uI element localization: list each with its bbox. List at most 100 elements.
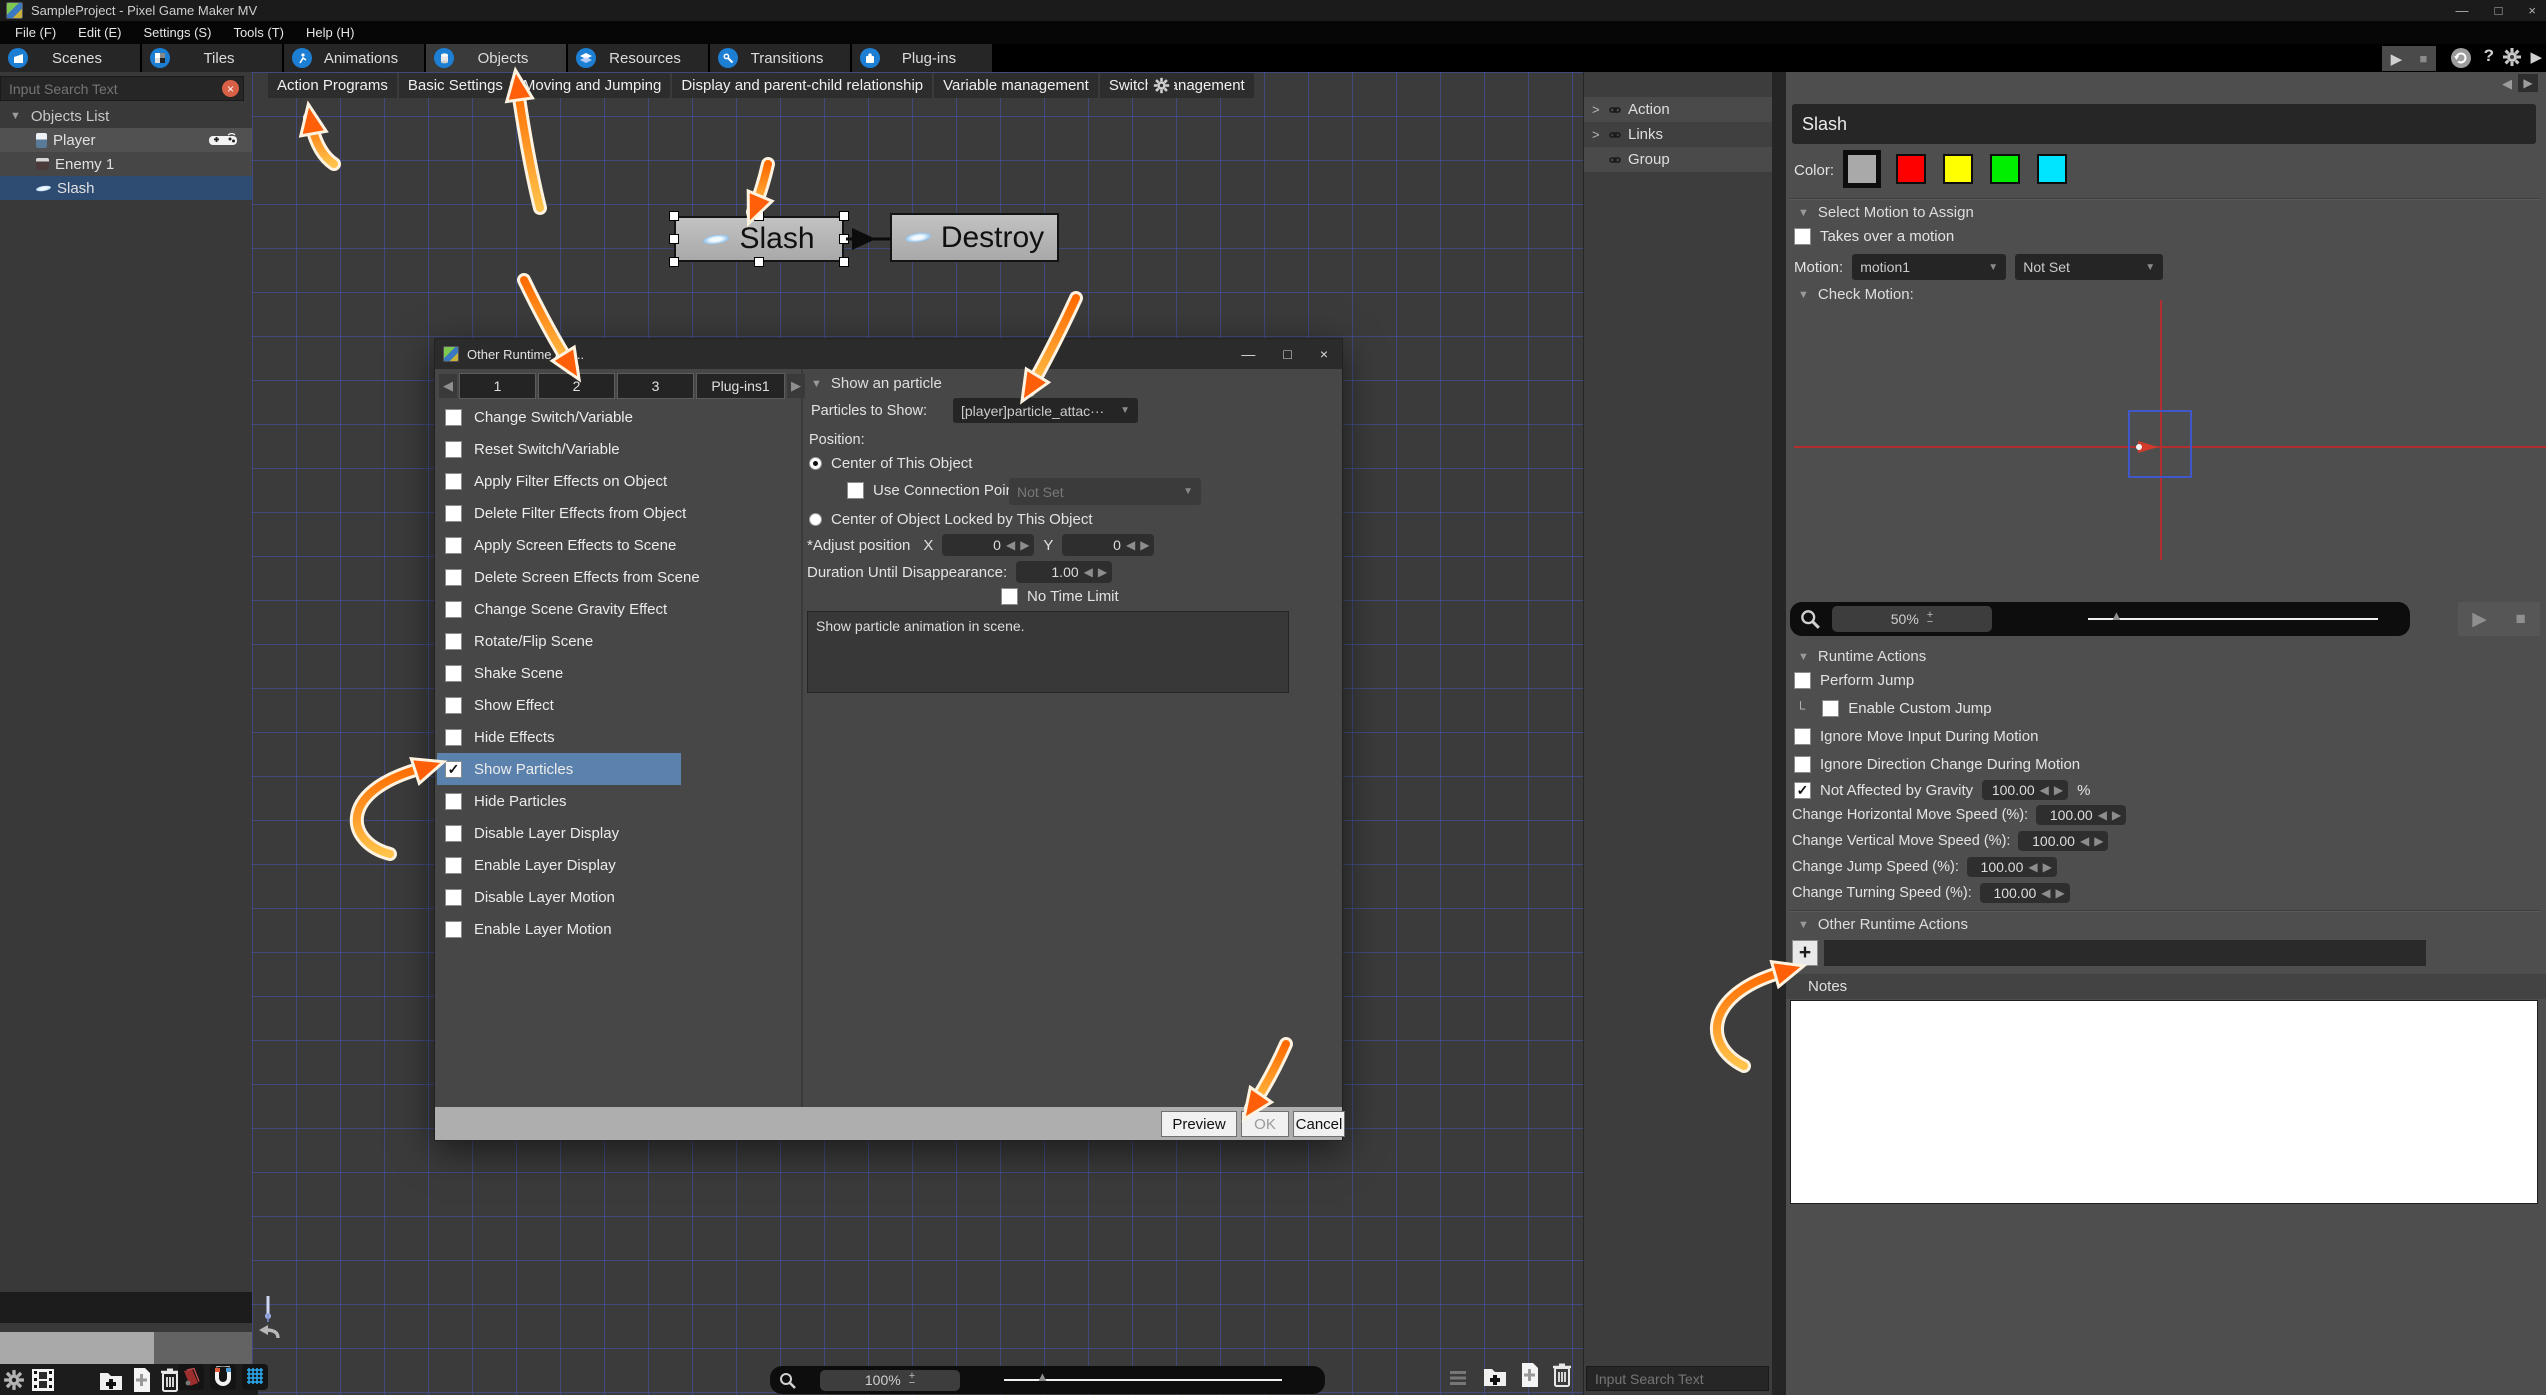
other-runtime-action-bar[interactable] bbox=[1824, 940, 2426, 966]
action-checkbox[interactable]: ✓ bbox=[445, 761, 462, 778]
action-row[interactable]: Delete Screen Effects from Scene bbox=[437, 561, 681, 593]
runtime-actions-header[interactable]: ▼ Runtime Actions bbox=[1798, 648, 1926, 665]
action-row[interactable]: Enable Layer Display bbox=[437, 849, 681, 881]
perform-jump-checkbox[interactable] bbox=[1794, 672, 1811, 689]
selection-handle[interactable] bbox=[669, 211, 679, 221]
action-row[interactable]: Hide Particles bbox=[437, 785, 681, 817]
selection-handle[interactable] bbox=[839, 257, 849, 267]
tab-objects[interactable]: Objects bbox=[426, 44, 566, 72]
delete-trash-icon[interactable] bbox=[160, 1367, 180, 1393]
speed-value-spinner[interactable]: 100.00◀▶ bbox=[1980, 883, 2070, 903]
objects-search-box[interactable]: × bbox=[0, 76, 244, 101]
minimize-icon[interactable]: — bbox=[2456, 3, 2469, 18]
tree-item-action[interactable]: > Action bbox=[1584, 97, 1773, 122]
action-row[interactable]: Disable Layer Display bbox=[437, 817, 681, 849]
center-object-radio-row[interactable]: Center of This Object bbox=[809, 455, 972, 472]
select-motion-header[interactable]: ▼ Select Motion to Assign bbox=[1798, 204, 1974, 221]
no-time-limit-row[interactable]: No Time Limit bbox=[1001, 588, 1119, 605]
filmstrip-icon[interactable] bbox=[30, 1367, 56, 1393]
motion-dropdown-2[interactable]: Not Set▼ bbox=[2015, 254, 2163, 280]
node-slash[interactable]: Slash bbox=[674, 216, 844, 262]
adjust-y-spinner[interactable]: 0◀▶ bbox=[1062, 534, 1154, 556]
expander-icon[interactable]: > bbox=[1592, 127, 1602, 142]
collapse-triangle-icon[interactable]: ▼ bbox=[811, 378, 822, 390]
menu-item[interactable]: File (F) bbox=[6, 23, 65, 42]
dialog-tab-plugins1[interactable]: Plug-ins1 bbox=[696, 373, 785, 399]
expander-icon[interactable]: > bbox=[1592, 102, 1602, 117]
takes-over-motion-row[interactable]: Takes over a motion bbox=[1794, 228, 1954, 245]
tree-item-group[interactable]: Group bbox=[1584, 147, 1773, 172]
add-page-icon[interactable] bbox=[1520, 1362, 1540, 1388]
zoom-stepper[interactable]: +− bbox=[1927, 612, 1933, 626]
duration-spinner[interactable]: 1.00◀▶ bbox=[1016, 561, 1112, 583]
speed-value-spinner[interactable]: 100.00◀▶ bbox=[1967, 857, 2057, 877]
preview-zoom-slider[interactable]: ▲ bbox=[2088, 618, 2378, 620]
adjust-x-spinner[interactable]: 0◀▶ bbox=[942, 534, 1034, 556]
delete-trash-icon[interactable] bbox=[1552, 1362, 1572, 1388]
color-swatch-cyan[interactable] bbox=[2037, 154, 2067, 184]
action-checkbox[interactable] bbox=[445, 409, 462, 426]
object-item-enemy[interactable]: Enemy 1 bbox=[0, 152, 252, 176]
sub-tab[interactable]: Moving and Jumping bbox=[514, 73, 670, 98]
dialog-title-bar[interactable]: Other Runtime Act... — □ × bbox=[435, 339, 1342, 369]
zoom-stepper[interactable]: +− bbox=[909, 1373, 915, 1387]
menu-item[interactable]: Tools (T) bbox=[224, 23, 293, 42]
collapse-triangle-icon[interactable]: ▼ bbox=[1798, 651, 1809, 663]
menu-item[interactable]: Edit (E) bbox=[69, 23, 130, 42]
list-view-icon[interactable] bbox=[1448, 1368, 1468, 1388]
sub-tab[interactable]: Variable management bbox=[934, 73, 1098, 98]
action-row[interactable]: Change Scene Gravity Effect bbox=[437, 593, 681, 625]
action-checkbox[interactable] bbox=[445, 633, 462, 650]
action-checkbox[interactable] bbox=[445, 505, 462, 522]
tab-scroll-left-icon[interactable]: ◀ bbox=[439, 374, 457, 398]
color-swatch-red[interactable] bbox=[1896, 154, 1926, 184]
action-row[interactable]: Apply Screen Effects to Scene bbox=[437, 529, 681, 561]
menu-item[interactable]: Settings (S) bbox=[135, 23, 221, 42]
action-checkbox[interactable] bbox=[445, 601, 462, 618]
preview-button[interactable]: Preview bbox=[1161, 1111, 1237, 1137]
undo-arrow-icon[interactable] bbox=[256, 1324, 280, 1342]
reset-icon[interactable] bbox=[2450, 47, 2472, 69]
action-checkbox[interactable] bbox=[445, 665, 462, 682]
restore-icon[interactable]: □ bbox=[2495, 3, 2503, 18]
tab-resources[interactable]: Resources bbox=[568, 44, 708, 72]
gravity-checkbox[interactable]: ✓ bbox=[1794, 782, 1811, 799]
links-search-box[interactable]: × bbox=[1586, 1366, 1769, 1391]
ignore-move-input-row[interactable]: Ignore Move Input During Motion bbox=[1794, 728, 2038, 745]
tab-scenes[interactable]: Scenes bbox=[0, 44, 140, 72]
action-row[interactable]: Enable Layer Motion bbox=[437, 913, 681, 945]
object-item-slash[interactable]: Slash bbox=[0, 176, 252, 200]
objects-panel-scrollbar[interactable] bbox=[0, 1332, 154, 1364]
particles-dropdown[interactable]: [player]particle_attac··· ▼ bbox=[953, 398, 1138, 423]
ok-button[interactable]: OK bbox=[1241, 1111, 1289, 1137]
panel-collapse-right-icon[interactable]: ▶ bbox=[2518, 74, 2538, 92]
collapse-triangle-icon[interactable]: ▼ bbox=[1798, 207, 1809, 219]
card-deck-icon[interactable] bbox=[178, 1364, 204, 1390]
center-locked-radio-row[interactable]: Center of Object Locked by This Object bbox=[809, 511, 1093, 528]
action-row[interactable]: Show Effect bbox=[437, 689, 681, 721]
play-scene-icon[interactable]: ▶ bbox=[2530, 48, 2542, 66]
stop-motion-icon[interactable]: ■ bbox=[2515, 609, 2525, 629]
other-runtime-actions-header[interactable]: ▼ Other Runtime Actions bbox=[1798, 916, 1968, 933]
add-folder-icon[interactable] bbox=[98, 1368, 124, 1392]
clear-search-icon[interactable]: × bbox=[222, 80, 239, 97]
grid-snap-icon[interactable] bbox=[242, 1364, 268, 1390]
menu-item[interactable]: Help (H) bbox=[297, 23, 363, 42]
play-motion-icon[interactable]: ▶ bbox=[2472, 608, 2487, 631]
action-row[interactable]: Delete Filter Effects from Object bbox=[437, 497, 681, 529]
gear-icon[interactable] bbox=[2502, 47, 2522, 67]
notes-textarea[interactable] bbox=[1790, 1000, 2538, 1204]
settings-gear-icon[interactable] bbox=[3, 1369, 25, 1391]
color-swatch-yellow[interactable] bbox=[1943, 154, 1973, 184]
action-checkbox[interactable] bbox=[445, 857, 462, 874]
enable-custom-jump-row[interactable]: └ Enable Custom Jump bbox=[1796, 700, 1992, 717]
tab-tiles[interactable]: Tiles bbox=[142, 44, 282, 72]
no-time-limit-checkbox[interactable] bbox=[1001, 588, 1018, 605]
tree-item-links[interactable]: > Links bbox=[1584, 122, 1773, 147]
action-checkbox[interactable] bbox=[445, 537, 462, 554]
dialog-tab-3[interactable]: 3 bbox=[617, 373, 694, 399]
action-checkbox[interactable] bbox=[445, 793, 462, 810]
not-affected-gravity-row[interactable]: ✓ Not Affected by Gravity 100.00◀▶ % bbox=[1794, 780, 2090, 800]
preview-zoom-value[interactable]: 50% +− bbox=[1832, 606, 1992, 632]
panel-collapse-left-icon[interactable]: ◀ bbox=[2502, 76, 2512, 92]
